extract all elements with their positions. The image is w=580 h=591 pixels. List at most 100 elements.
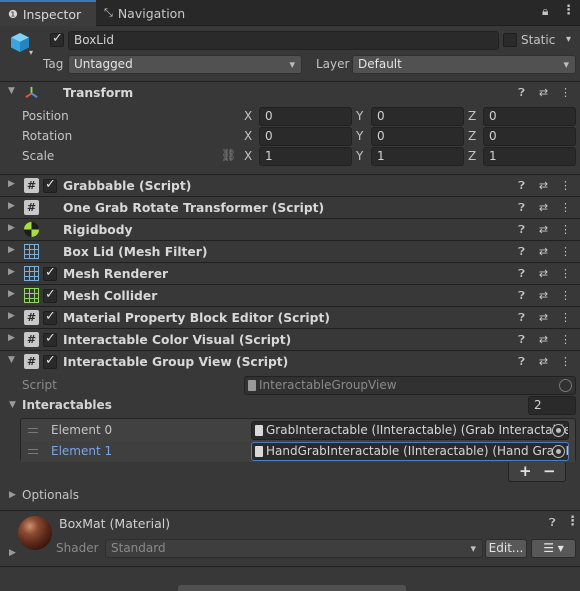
help-icon[interactable]: ❓︎ [515, 243, 528, 261]
component-enabled-checkbox[interactable] [43, 265, 57, 281]
more-options-icon[interactable]: ⋮ [559, 84, 572, 102]
presets-icon[interactable]: ⇄ [537, 287, 550, 305]
transform-row-label[interactable]: Position [22, 107, 69, 126]
axis-x-label[interactable]: X [244, 127, 252, 146]
more-options-icon[interactable]: ⋮ [559, 331, 572, 349]
interactables-label[interactable]: Interactables [22, 396, 112, 415]
transform-z-field[interactable]: 1 [483, 147, 576, 166]
presets-icon[interactable]: ⇄ [537, 243, 550, 261]
more-options-icon[interactable]: ⋮ [559, 177, 572, 195]
object-field[interactable]: HandGrabInteractable (IInteractable) (Ha… [251, 442, 569, 461]
presets-icon[interactable]: ⇄ [537, 331, 550, 349]
optionals-label[interactable]: Optionals [22, 486, 79, 505]
component-header[interactable]: ▶ Mesh Renderer ❓︎ ⇄ ⋮ [0, 262, 580, 284]
add-component-button[interactable] [178, 585, 406, 591]
component-enabled-checkbox[interactable] [43, 177, 57, 193]
transform-y-field[interactable]: 0 [371, 127, 464, 146]
transform-row-label[interactable]: Scale [22, 147, 54, 166]
help-icon[interactable]: ❓︎ [515, 309, 528, 327]
transform-z-field[interactable]: 0 [483, 127, 576, 146]
component-header[interactable]: ▶ # Material Property Block Editor (Scri… [0, 306, 580, 328]
component-header[interactable]: ▶ # One Grab Rotate Transformer (Script)… [0, 196, 580, 218]
more-options-icon[interactable]: ⋮ [559, 287, 572, 305]
axis-z-label[interactable]: Z [468, 107, 476, 126]
interactables-fold-icon[interactable]: ▼ [9, 400, 16, 410]
component-enabled-checkbox[interactable] [43, 309, 57, 325]
more-options-icon[interactable]: ⋮ [562, 3, 575, 18]
drag-handle-icon[interactable] [28, 449, 38, 454]
help-icon[interactable]: ❓︎ [515, 331, 528, 349]
fold-open-icon[interactable]: ▼ [8, 86, 15, 96]
fold-closed-icon[interactable]: ▶ [8, 289, 15, 299]
more-options-icon[interactable]: ⋮ [559, 353, 572, 371]
axis-x-label[interactable]: X [244, 107, 252, 126]
component-header[interactable]: ▶ Rigidbody ❓︎ ⇄ ⋮ [0, 218, 580, 240]
transform-x-field[interactable]: 0 [259, 127, 352, 146]
add-element-button[interactable]: + [519, 462, 532, 480]
axis-x-label[interactable]: X [244, 147, 252, 166]
transform-x-field[interactable]: 0 [259, 107, 352, 126]
transform-row-label[interactable]: Rotation [22, 127, 72, 146]
fold-closed-icon[interactable]: ▶ [8, 223, 15, 233]
remove-element-button[interactable]: − [543, 462, 556, 480]
help-icon[interactable]: ❓︎ [549, 516, 556, 530]
static-checkbox[interactable] [503, 33, 517, 47]
help-icon[interactable]: ❓︎ [515, 265, 528, 283]
interactables-count-field[interactable]: 2 [528, 396, 576, 415]
static-dropdown-icon[interactable]: ▾ [566, 34, 571, 45]
fold-closed-icon[interactable]: ▶ [8, 179, 15, 189]
tab-navigation[interactable]: ⤡ Navigation [96, 0, 206, 26]
help-icon[interactable]: ❓︎ [515, 84, 528, 102]
help-icon[interactable]: ❓︎ [515, 287, 528, 305]
axis-z-label[interactable]: Z [468, 147, 476, 166]
more-options-icon[interactable]: ⋮ [559, 265, 572, 283]
axis-y-label[interactable]: Y [356, 147, 363, 166]
cube-dropdown-icon[interactable]: ▾ [29, 48, 33, 57]
presets-icon[interactable]: ⇄ [537, 265, 550, 283]
object-picker-icon[interactable] [552, 424, 565, 437]
edit-shader-button[interactable]: Edit... [485, 539, 527, 558]
shader-options-button[interactable]: ☰ ▾ [531, 539, 576, 558]
presets-icon[interactable]: ⇄ [537, 309, 550, 327]
axis-y-label[interactable]: Y [356, 127, 363, 146]
component-header[interactable]: ▶ Box Lid (Mesh Filter) ❓︎ ⇄ ⋮ [0, 240, 580, 262]
active-checkbox[interactable] [50, 31, 64, 47]
presets-icon[interactable]: ⇄ [537, 353, 550, 371]
component-header[interactable]: ▼ # Interactable Group View (Script) ❓︎ … [0, 350, 580, 372]
object-picker-icon[interactable] [552, 445, 565, 458]
help-icon[interactable]: ❓︎ [515, 221, 528, 239]
shader-dropdown[interactable]: Standard [105, 539, 483, 558]
fold-closed-icon[interactable]: ▶ [8, 333, 15, 343]
help-icon[interactable]: ❓︎ [515, 353, 528, 371]
more-options-icon[interactable]: ⋮ [566, 514, 579, 529]
tag-dropdown[interactable]: Untagged [68, 55, 302, 74]
component-header[interactable]: ▶ # Interactable Color Visual (Script) ❓… [0, 328, 580, 350]
help-icon[interactable]: ❓︎ [515, 177, 528, 195]
material-fold-icon[interactable]: ▶ [9, 548, 16, 558]
optionals-fold-icon[interactable]: ▶ [9, 490, 16, 500]
list-item[interactable]: Element 0 GrabInteractable (IInteractabl… [21, 420, 575, 441]
component-header[interactable]: ▶ # Grabbable (Script) ❓︎ ⇄ ⋮ [0, 174, 580, 196]
fold-open-icon[interactable]: ▼ [8, 355, 15, 365]
more-options-icon[interactable]: ⋮ [559, 221, 572, 239]
drag-handle-icon[interactable] [28, 428, 38, 433]
lock-icon[interactable]: 🔒︎ [542, 4, 548, 19]
presets-icon[interactable]: ⇄ [537, 177, 550, 195]
fold-closed-icon[interactable]: ▶ [8, 245, 15, 255]
layer-dropdown[interactable]: Default [352, 55, 576, 74]
fold-closed-icon[interactable]: ▶ [8, 201, 15, 211]
component-enabled-checkbox[interactable] [43, 353, 57, 369]
more-options-icon[interactable]: ⋮ [559, 199, 572, 217]
fold-closed-icon[interactable]: ▶ [8, 267, 15, 277]
constrain-proportions-icon[interactable]: ⛓︎ [221, 148, 236, 162]
presets-icon[interactable]: ⇄ [537, 84, 550, 102]
cube-icon[interactable] [9, 31, 31, 53]
component-enabled-checkbox[interactable] [43, 287, 57, 303]
transform-y-field[interactable]: 0 [371, 107, 464, 126]
component-header[interactable]: ▶ Mesh Collider ❓︎ ⇄ ⋮ [0, 284, 580, 306]
transform-z-field[interactable]: 0 [483, 107, 576, 126]
more-options-icon[interactable]: ⋮ [559, 309, 572, 327]
object-name-field[interactable]: BoxLid [68, 31, 499, 50]
axis-y-label[interactable]: Y [356, 107, 363, 126]
presets-icon[interactable]: ⇄ [537, 221, 550, 239]
